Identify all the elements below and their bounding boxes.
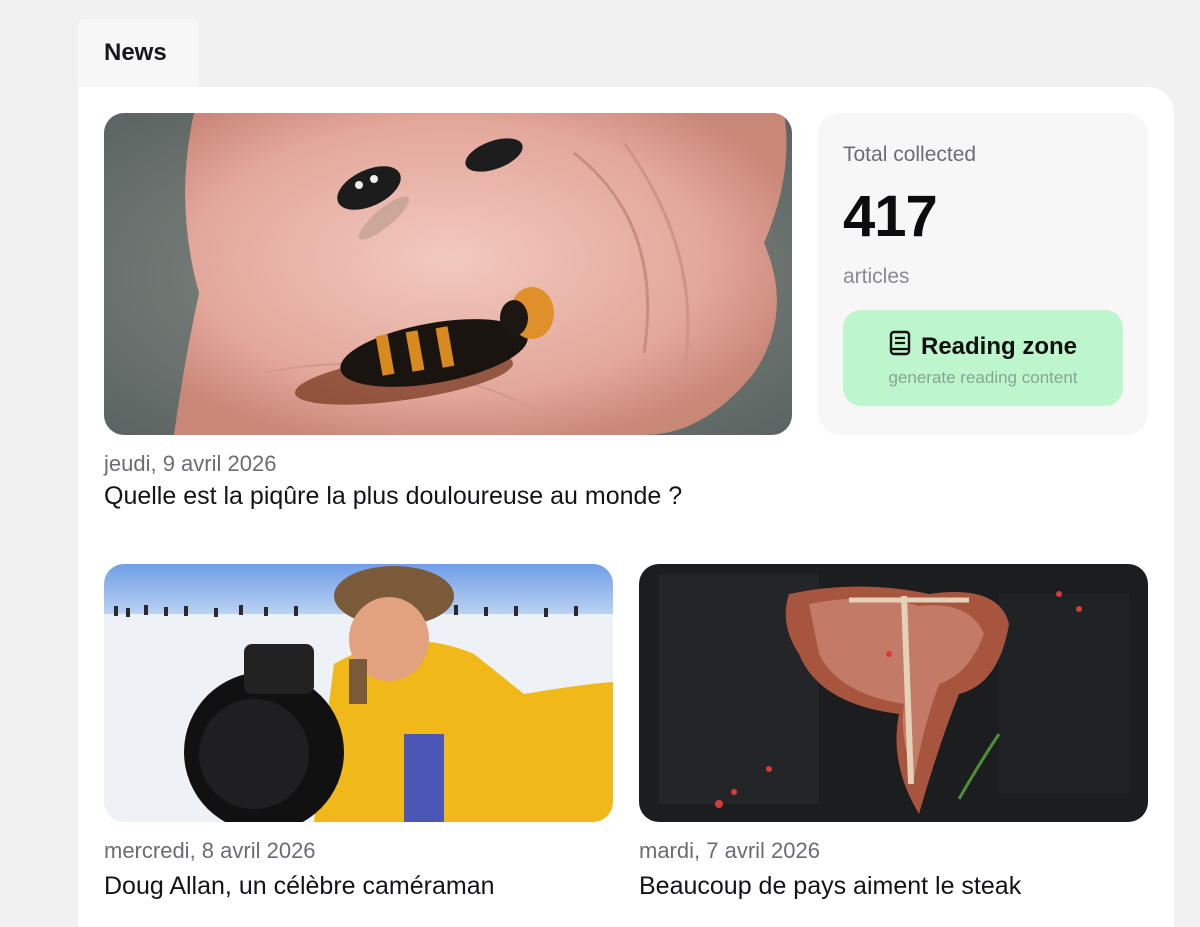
article-title[interactable]: Doug Allan, un célèbre caméraman (104, 872, 495, 901)
article-date: jeudi, 9 avril 2026 (104, 451, 277, 476)
book-icon (889, 330, 911, 363)
tab-news[interactable]: News (78, 19, 198, 89)
article-image-steak[interactable] (639, 564, 1148, 822)
reading-zone-label: Reading zone (920, 332, 1077, 360)
article-title[interactable]: Beaucoup de pays aiment le steak (639, 872, 1021, 901)
article-image-wasps[interactable] (104, 113, 792, 435)
article-title[interactable]: Quelle est la piqûre la plus douloureuse… (104, 482, 682, 511)
article-date: mardi, 7 avril 2026 (639, 838, 820, 863)
article-date: mercredi, 8 avril 2026 (104, 838, 316, 863)
stats-count: 417 (843, 184, 938, 249)
stats-label: Total collected (843, 143, 977, 166)
reading-zone-button[interactable]: Reading zone generate reading content (843, 310, 1123, 406)
article-image-cameraman[interactable] (104, 564, 613, 822)
stats-card: Total collected 417 articles Reading zon… (818, 113, 1148, 435)
tab-news-label: News (104, 39, 167, 66)
stats-unit: articles (843, 265, 910, 288)
reading-zone-sublabel: generate reading content (888, 368, 1078, 387)
